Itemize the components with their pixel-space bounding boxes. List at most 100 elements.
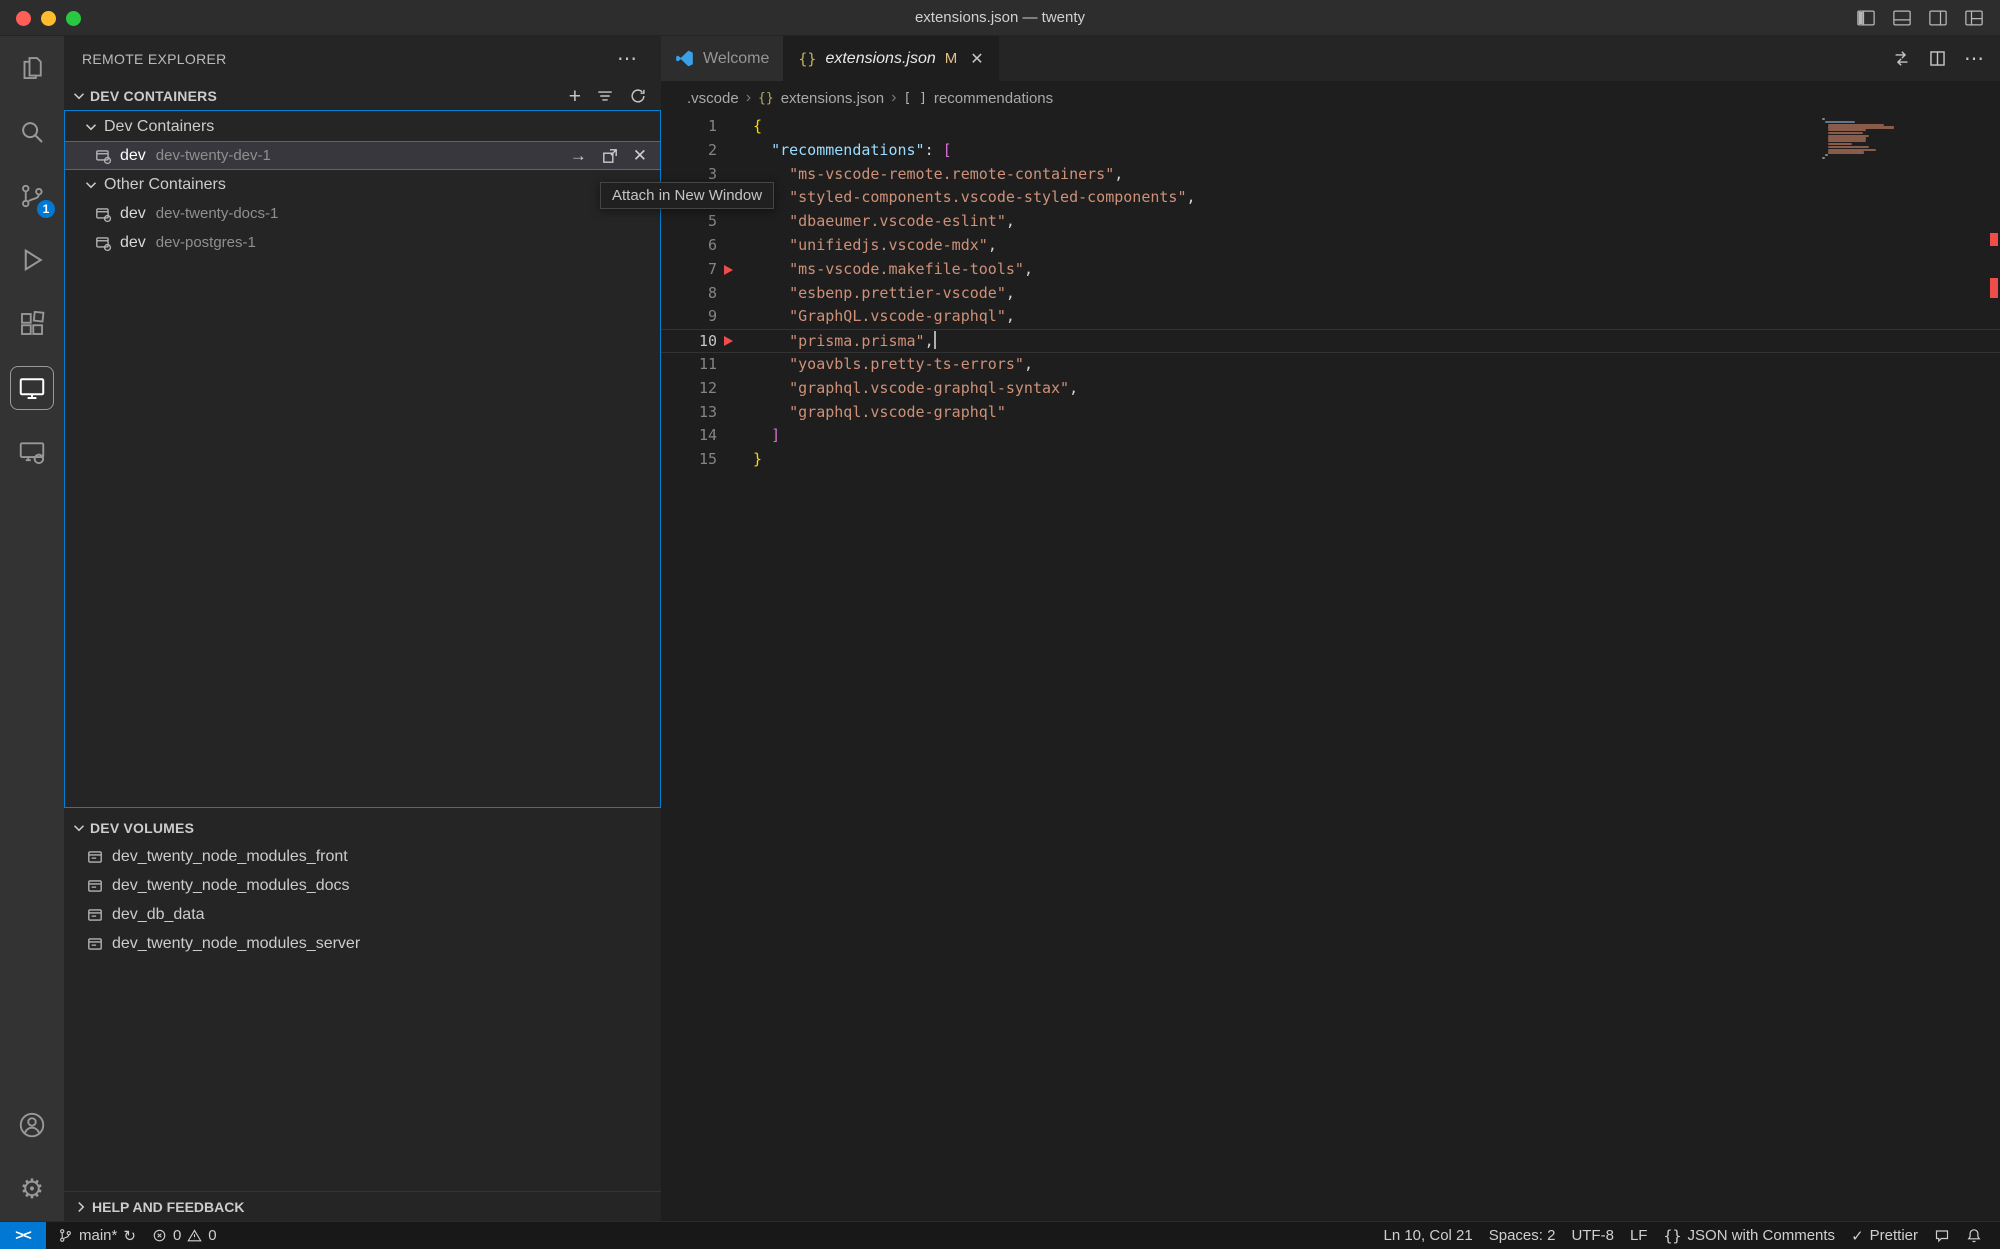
dev-containers-pane-header[interactable]: DEV CONTAINERS +	[64, 82, 661, 110]
gutter	[717, 115, 753, 139]
code-line-3[interactable]: 3 "ms-vscode-remote.remote-containers",	[661, 163, 2000, 187]
code-line-15[interactable]: 15}	[661, 448, 2000, 472]
sidebar-title: REMOTE EXPLORER	[82, 51, 617, 67]
run-and-debug-icon[interactable]	[0, 228, 64, 292]
split-editor-icon[interactable]	[1928, 49, 1947, 68]
attach-container-icon[interactable]: →	[570, 147, 587, 164]
dev-containers-pane-title: DEV CONTAINERS	[90, 88, 569, 104]
indentation-item[interactable]: Spaces: 2	[1481, 1227, 1564, 1244]
volume-row[interactable]: dev_twenty_node_modules_server	[64, 929, 661, 958]
tree-group-other-containers[interactable]: Other Containers	[64, 170, 661, 199]
remote-targets-icon[interactable]	[0, 420, 64, 484]
volume-row[interactable]: dev_twenty_node_modules_docs	[64, 871, 661, 900]
stop-container-icon[interactable]: ✕	[633, 147, 647, 164]
gutter	[717, 401, 753, 425]
code-line-8[interactable]: 8 "esbenp.prettier-vscode",	[661, 282, 2000, 306]
accounts-icon[interactable]	[0, 1093, 64, 1157]
gutter	[717, 210, 753, 234]
tree-group-dev-containers[interactable]: Dev Containers	[64, 112, 661, 141]
minimap-line	[1828, 132, 1863, 134]
editor-actions: ⋯	[1892, 36, 1984, 81]
refresh-icon[interactable]	[629, 87, 647, 105]
code-line-4[interactable]: 4 "styled-components.vscode-styled-compo…	[661, 186, 2000, 210]
code-line-7[interactable]: 7 "ms-vscode.makefile-tools",	[661, 258, 2000, 282]
tree-item-dev-twenty-docs-1[interactable]: dev dev-twenty-docs-1	[64, 199, 661, 228]
remote-explorer-icon[interactable]	[0, 356, 64, 420]
language-mode-label: JSON with Comments	[1688, 1227, 1836, 1244]
editor-group: Welcome {} extensions.json M ✕ ⋯ .vscode…	[661, 36, 2000, 1221]
attach-new-window-icon[interactable]	[601, 147, 619, 165]
tab-extensions-json[interactable]: {} extensions.json M ✕	[784, 36, 998, 81]
code-line-9[interactable]: 9 "GraphQL.vscode-graphql",	[661, 305, 2000, 329]
minimap-line	[1822, 118, 1825, 120]
code-line-10[interactable]: 10 "prisma.prisma",	[661, 329, 2000, 353]
breadcrumb-folder[interactable]: .vscode	[687, 90, 739, 107]
help-and-feedback-pane-header[interactable]: HELP AND FEEDBACK	[64, 1191, 661, 1221]
explorer-icon[interactable]	[0, 36, 64, 100]
titlebar-actions	[1856, 0, 1984, 36]
toggle-panel-icon[interactable]	[1892, 8, 1912, 28]
customize-layout-icon[interactable]	[1964, 8, 1984, 28]
extensions-icon[interactable]	[0, 292, 64, 356]
volume-row[interactable]: dev_db_data	[64, 900, 661, 929]
toggle-primary-sidebar-icon[interactable]	[1856, 8, 1876, 28]
code-line-1[interactable]: 1{	[661, 115, 2000, 139]
minimap-line	[1828, 143, 1852, 145]
volume-row[interactable]: dev_twenty_node_modules_front	[64, 842, 661, 871]
breadcrumb-separator: ›	[746, 89, 751, 107]
code-text: "GraphQL.vscode-graphql",	[753, 305, 1015, 329]
volume-icon	[86, 877, 104, 895]
new-container-icon[interactable]: +	[569, 86, 581, 107]
cursor-position-item[interactable]: Ln 10, Col 21	[1375, 1227, 1480, 1244]
minimize-window-button[interactable]	[41, 11, 56, 26]
code-line-6[interactable]: 6 "unifiedjs.vscode-mdx",	[661, 234, 2000, 258]
code-editor[interactable]: 1{2 "recommendations": [3 "ms-vscode-rem…	[661, 115, 2000, 1221]
tab-welcome[interactable]: Welcome	[661, 36, 784, 81]
code-text: "unifiedjs.vscode-mdx",	[753, 234, 997, 258]
minimap-line	[1825, 154, 1828, 156]
overview-ruler-mark	[1990, 233, 1998, 246]
formatter-item[interactable]: ✓ Prettier	[1843, 1227, 1926, 1245]
container-name: dev	[120, 234, 146, 252]
encoding-item[interactable]: UTF-8	[1563, 1227, 1622, 1244]
container-icon	[94, 205, 112, 223]
code-line-13[interactable]: 13 "graphql.vscode-graphql"	[661, 401, 2000, 425]
volume-icon	[86, 935, 104, 953]
sidebar-more-actions-icon[interactable]: ⋯	[617, 49, 637, 69]
formatter-label: Prettier	[1870, 1227, 1918, 1244]
feedback-icon[interactable]	[1926, 1228, 1958, 1244]
language-mode-item[interactable]: {} JSON with Comments	[1655, 1227, 1843, 1245]
dev-volumes-pane-header[interactable]: DEV VOLUMES	[64, 814, 661, 842]
zoom-window-button[interactable]	[66, 11, 81, 26]
code-line-12[interactable]: 12 "graphql.vscode-graphql-syntax",	[661, 377, 2000, 401]
breadcrumb-file[interactable]: extensions.json	[781, 90, 884, 107]
code-line-2[interactable]: 2 "recommendations": [	[661, 139, 2000, 163]
check-icon: ✓	[1851, 1227, 1864, 1245]
help-pane-title: HELP AND FEEDBACK	[92, 1199, 244, 1215]
line-number: 14	[661, 424, 717, 448]
remote-indicator[interactable]: ><	[0, 1222, 46, 1249]
tree-item-dev-twenty-dev-1[interactable]: dev dev-twenty-dev-1 → ✕	[64, 141, 661, 170]
minimap[interactable]	[1822, 118, 1896, 160]
search-icon[interactable]	[0, 100, 64, 164]
breadcrumb-symbol[interactable]: recommendations	[934, 90, 1053, 107]
code-line-11[interactable]: 11 "yoavbls.pretty-ts-errors",	[661, 353, 2000, 377]
close-window-button[interactable]	[16, 11, 31, 26]
more-actions-icon[interactable]: ⋯	[1964, 49, 1984, 69]
branch-icon	[58, 1228, 73, 1243]
line-number: 2	[661, 139, 717, 163]
notifications-bell-icon[interactable]	[1958, 1228, 1990, 1244]
code-line-14[interactable]: 14 ]	[661, 424, 2000, 448]
filter-icon[interactable]	[596, 87, 614, 105]
open-changes-icon[interactable]	[1892, 49, 1911, 68]
close-tab-icon[interactable]: ✕	[970, 49, 983, 69]
code-text: "ms-vscode-remote.remote-containers",	[753, 163, 1123, 187]
settings-gear-icon[interactable]: ⚙	[0, 1157, 64, 1221]
eol-item[interactable]: LF	[1622, 1227, 1656, 1244]
problems-item[interactable]: 0 0	[144, 1227, 225, 1244]
code-line-5[interactable]: 5 "dbaeumer.vscode-eslint",	[661, 210, 2000, 234]
source-control-icon[interactable]: 1	[0, 164, 64, 228]
git-branch-item[interactable]: main* ↻	[50, 1227, 144, 1245]
tree-item-dev-postgres-1[interactable]: dev dev-postgres-1	[64, 228, 661, 257]
toggle-secondary-sidebar-icon[interactable]	[1928, 8, 1948, 28]
